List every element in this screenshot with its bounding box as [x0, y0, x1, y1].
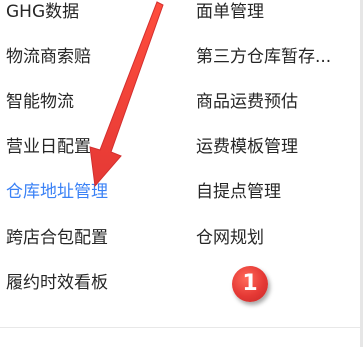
menu-item-business-day-config[interactable]: 营业日配置 [6, 135, 91, 159]
menu-item-shipping-fee-estimate[interactable]: 商品运费预估 [196, 90, 298, 114]
menu-item-freight-template-management[interactable]: 运费模板管理 [196, 135, 298, 159]
menu-item-waybill-management[interactable]: 面单管理 [196, 0, 264, 24]
menu-item-warehouse-network-planning[interactable]: 仓网规划 [196, 226, 264, 250]
menu-item-pickup-point-management[interactable]: 自提点管理 [196, 180, 281, 204]
menu-item-cross-store-consolidation[interactable]: 跨店合包配置 [6, 226, 108, 250]
menu-item-carrier-claims[interactable]: 物流商索赔 [6, 45, 91, 69]
menu-panel: GHG数据 物流商索赔 智能物流 营业日配置 仓库地址管理 跨店合包配置 履约时… [0, 0, 363, 347]
step-number-badge: 1 [232, 266, 268, 302]
bottom-divider [0, 327, 360, 328]
menu-item-fulfillment-timeliness-board[interactable]: 履约时效看板 [6, 271, 108, 295]
menu-item-smart-logistics[interactable]: 智能物流 [6, 90, 74, 114]
menu-item-warehouse-address-management[interactable]: 仓库地址管理 [6, 180, 108, 204]
menu-item-third-party-warehouse-storage[interactable]: 第三方仓库暂存... [196, 45, 331, 69]
menu-item-ghg-data[interactable]: GHG数据 [6, 0, 79, 24]
